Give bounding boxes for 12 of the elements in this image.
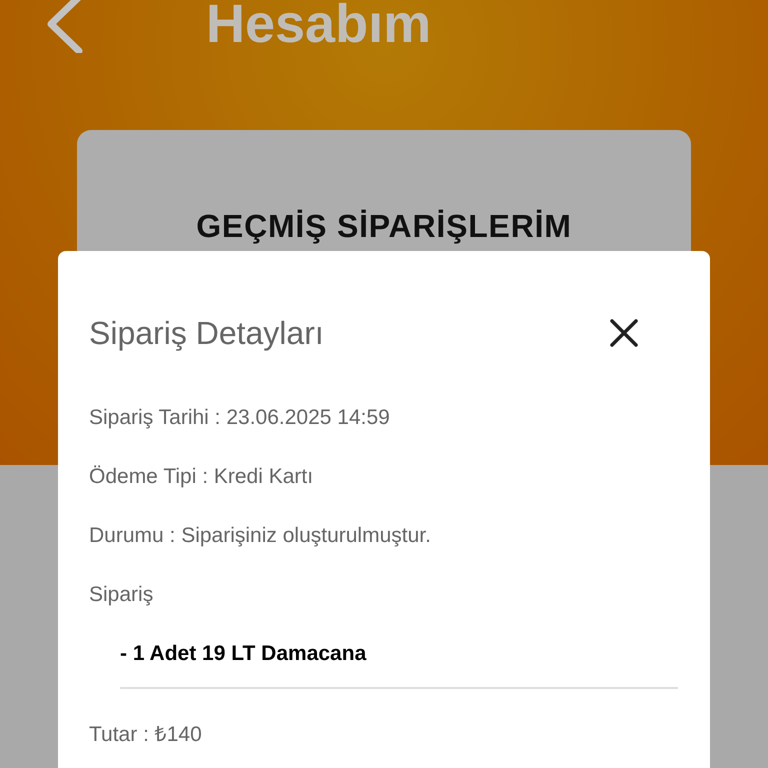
dialog-title: Sipariş Detayları: [89, 314, 324, 353]
close-icon: [610, 319, 638, 347]
close-button[interactable]: [608, 317, 640, 349]
detail-text: Sipariş Tarihi : 23.06.2025 14:59: [89, 405, 391, 431]
page-title: Hesabım: [206, 0, 432, 56]
detail-text: Ödeme Tipi : Kredi Kartı: [89, 464, 314, 490]
detail-text: Durumu : Siparişiniz oluşturulmuştur.: [89, 523, 432, 549]
card-title: GEÇMİŞ SİPARİŞLERİM: [196, 207, 572, 246]
order-heading: Sipariş: [89, 582, 154, 608]
total-text: Tutar : ₺140: [89, 722, 203, 748]
back-icon: [45, 0, 85, 53]
order-item: - 1 Adet 19 LT Damacana: [120, 641, 368, 667]
